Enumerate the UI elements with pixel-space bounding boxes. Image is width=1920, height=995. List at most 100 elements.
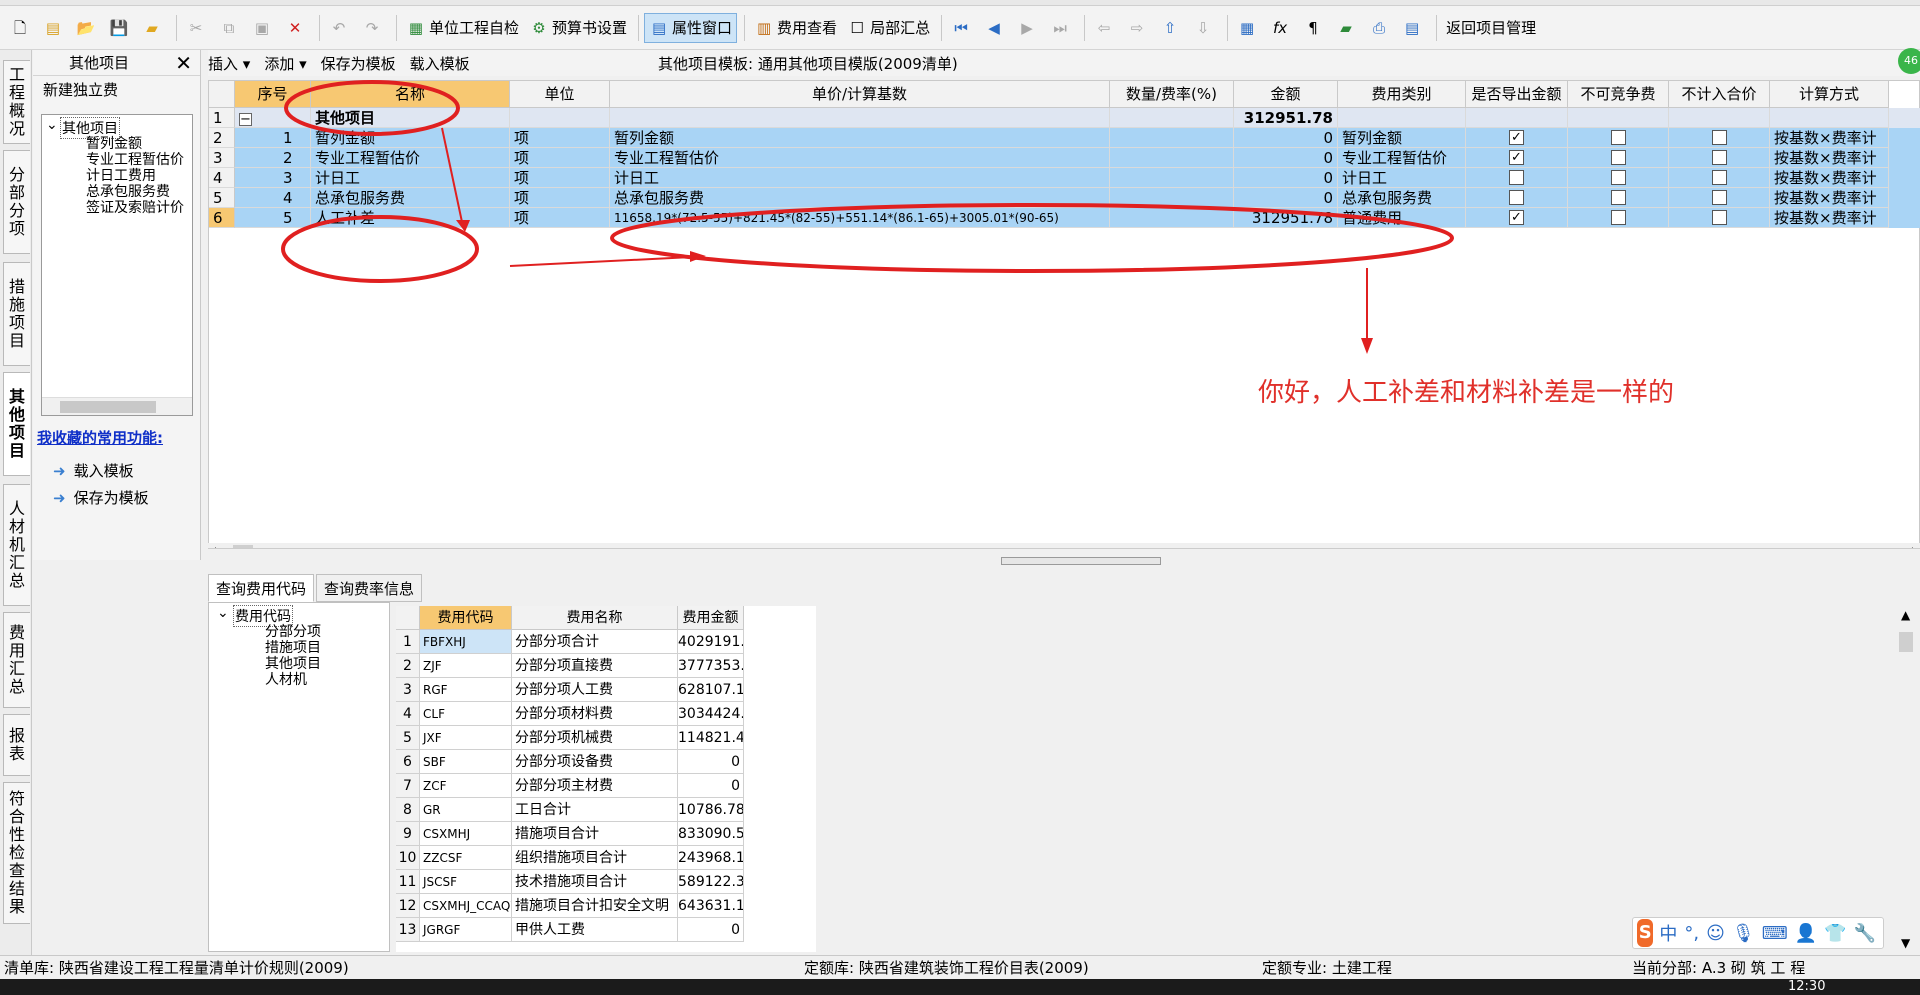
move-down-button[interactable]: ⇩ [1189,13,1220,43]
qty-cell[interactable] [1110,208,1234,228]
unit-check-button[interactable]: ▦ 单位工程自检 [402,13,523,43]
excluded-checkbox-cell[interactable] [1669,208,1770,228]
save-all-button[interactable]: ▰ [138,13,169,43]
splitter-grip[interactable] [1001,557,1161,565]
ime-toolbar[interactable]: S 中 °, ☺ 🎙 ⌨ 👤 👕 🔧 [1632,917,1884,949]
sequence-cell[interactable]: 4 [235,188,311,208]
base-cell[interactable]: 11658.19*(72.5-55)+821.45*(82-55)+551.14… [610,208,1110,228]
cost-code-header-cell[interactable]: 费用名称 [512,606,678,630]
favorites-title[interactable]: 我收藏的常用功能: [37,427,163,448]
new-file-button[interactable]: 🗋 [6,13,37,43]
noncomp-checkbox-cell[interactable] [1568,148,1669,168]
category-cell[interactable]: 计日工 [1338,168,1466,188]
cost-code-vertical-scrollbar[interactable]: ▲ ▼ [1896,606,1916,952]
method-cell[interactable] [1770,108,1889,128]
budget-settings-button[interactable]: ⚙ 预算书设置 [525,13,631,43]
cost-code-name-cell[interactable]: 分部分项主材费 [512,774,678,798]
sequence-cell[interactable]: 3 [235,168,311,188]
grid-header-cell[interactable]: 名称 [311,81,510,108]
export-checkbox[interactable]: ✓ [1509,130,1524,145]
table-row[interactable]: 2ZJF分部分项直接费3777353.66 [396,654,816,678]
grid-header-cell[interactable]: 计算方式 [1770,81,1889,108]
load-template-button[interactable]: 载入模板 [410,53,470,74]
table-row[interactable]: 4 3 计日工项计日工 0 计日工 按基数×费率计 [209,168,1920,188]
noncomp-checkbox[interactable] [1610,130,1626,145]
name-cell[interactable]: 专业工程暂估价 [311,148,510,168]
paragraph-button[interactable]: ¶ [1299,13,1330,43]
cost-code-name-cell[interactable]: 分部分项合计 [512,630,678,654]
cost-code-code-cell[interactable]: SBF [420,750,512,774]
export-checkbox-cell[interactable]: ✓ [1466,148,1568,168]
vtab-measures[interactable]: 措施项目 [3,262,30,366]
cost-code-code-cell[interactable]: CSXMHJ_CCAQWMS [420,894,512,918]
name-cell[interactable]: 其他项目 [311,108,510,128]
calculator-button[interactable]: ▦ [1233,13,1264,43]
unit-cell[interactable]: 项 [510,208,610,228]
tab-query-rate-info[interactable]: 查询费率信息 [316,574,423,602]
cost-code-amount-cell[interactable]: 243968.17 [678,846,744,870]
cost-code-code-cell[interactable]: JSCSF [420,870,512,894]
noncomp-checkbox[interactable] [1610,150,1626,165]
cost-code-name-cell[interactable]: 组织措施项目合计 [512,846,678,870]
cost-code-amount-cell[interactable]: 0 [678,774,744,798]
wrench-icon[interactable]: 🔧 [1854,923,1876,944]
partial-summary-button[interactable]: ☐ 局部汇总 [843,13,934,43]
move-up-button[interactable]: ⇧ [1156,13,1187,43]
category-cell[interactable]: 专业工程暂估价 [1338,148,1466,168]
book-button[interactable]: ▰ [1332,13,1363,43]
noncomp-checkbox[interactable] [1610,210,1626,225]
close-icon[interactable]: ✕ [175,50,192,75]
amount-cell[interactable]: 312951.78 [1234,108,1338,128]
insert-button[interactable]: 插入 ▾ [208,53,250,74]
cost-code-code-cell[interactable]: RGF [420,678,512,702]
cost-code-code-cell[interactable]: CSXMHJ [420,822,512,846]
method-cell[interactable]: 按基数×费率计 [1770,148,1889,168]
skin-icon[interactable]: 👕 [1824,923,1846,944]
excluded-checkbox[interactable] [1711,170,1727,185]
tree-item[interactable]: 人材机 [265,669,307,689]
grid-header-cell[interactable]: 数量/费率(%) [1110,81,1234,108]
prev-button[interactable]: ◀ [980,13,1011,43]
name-cell[interactable]: 暂列金额 [311,128,510,148]
base-cell[interactable]: 暂列金额 [610,128,1110,148]
amount-cell[interactable]: 0 [1234,128,1338,148]
cost-code-header-cell[interactable] [396,606,420,630]
keyboard-icon[interactable]: ⌨ [1762,923,1788,944]
save-button[interactable]: 💾 [105,13,136,43]
grid-header-cell[interactable]: 是否导出金额 [1466,81,1568,108]
cost-code-name-cell[interactable]: 工日合计 [512,798,678,822]
cost-code-code-cell[interactable]: FBFXHJ [420,630,512,654]
method-cell[interactable]: 按基数×费率计 [1770,188,1889,208]
cost-code-code-cell[interactable]: ZZCSF [420,846,512,870]
qty-cell[interactable] [1110,148,1234,168]
table-row[interactable]: 8 GR 工日合计 10786.78 [396,798,816,822]
cost-code-amount-cell[interactable]: 10786.78 [678,798,744,822]
table-row[interactable]: 4CLF分部分项材料费3034424.98 [396,702,816,726]
vtab-compliance-check[interactable]: 符合性检查结果 [3,782,30,924]
amount-cell[interactable]: 312951.78 [1234,208,1338,228]
sequence-cell[interactable]: 5 [235,208,311,228]
print-button[interactable]: ⎙ [1365,13,1396,43]
cost-code-amount-cell[interactable]: 3777353.66 [678,654,744,678]
noncomp-checkbox[interactable] [1610,190,1626,205]
vtab-project-overview[interactable]: 工程概况 [3,60,30,144]
export-checkbox[interactable]: ✓ [1509,210,1524,225]
export-checkbox-cell[interactable]: ✓ [1466,128,1568,148]
table-row[interactable]: 10ZZCSF组织措施项目合计243968.17 [396,846,816,870]
vtab-labor-material-summary[interactable]: 人材机汇总 [3,484,30,606]
qty-cell[interactable] [1110,108,1234,128]
cost-code-amount-cell[interactable]: 833090.53 [678,822,744,846]
name-cell[interactable]: 计日工 [311,168,510,188]
grid-header-cell[interactable] [209,81,235,108]
cost-code-amount-cell[interactable]: 4029191.48 [678,630,744,654]
user-icon[interactable]: 👤 [1795,923,1817,944]
excluded-checkbox[interactable] [1711,210,1727,225]
unit-cell[interactable] [510,108,610,128]
export-checkbox[interactable] [1509,170,1524,185]
unit-cell[interactable]: 项 [510,168,610,188]
scroll-down-icon[interactable]: ▼ [1901,936,1910,950]
tab-query-cost-codes[interactable]: 查询费用代码 [208,574,315,602]
base-cell[interactable]: 总承包服务费 [610,188,1110,208]
cost-view-button[interactable]: ▥ 费用查看 [750,13,841,43]
grid-header-cell[interactable]: 单位 [510,81,610,108]
